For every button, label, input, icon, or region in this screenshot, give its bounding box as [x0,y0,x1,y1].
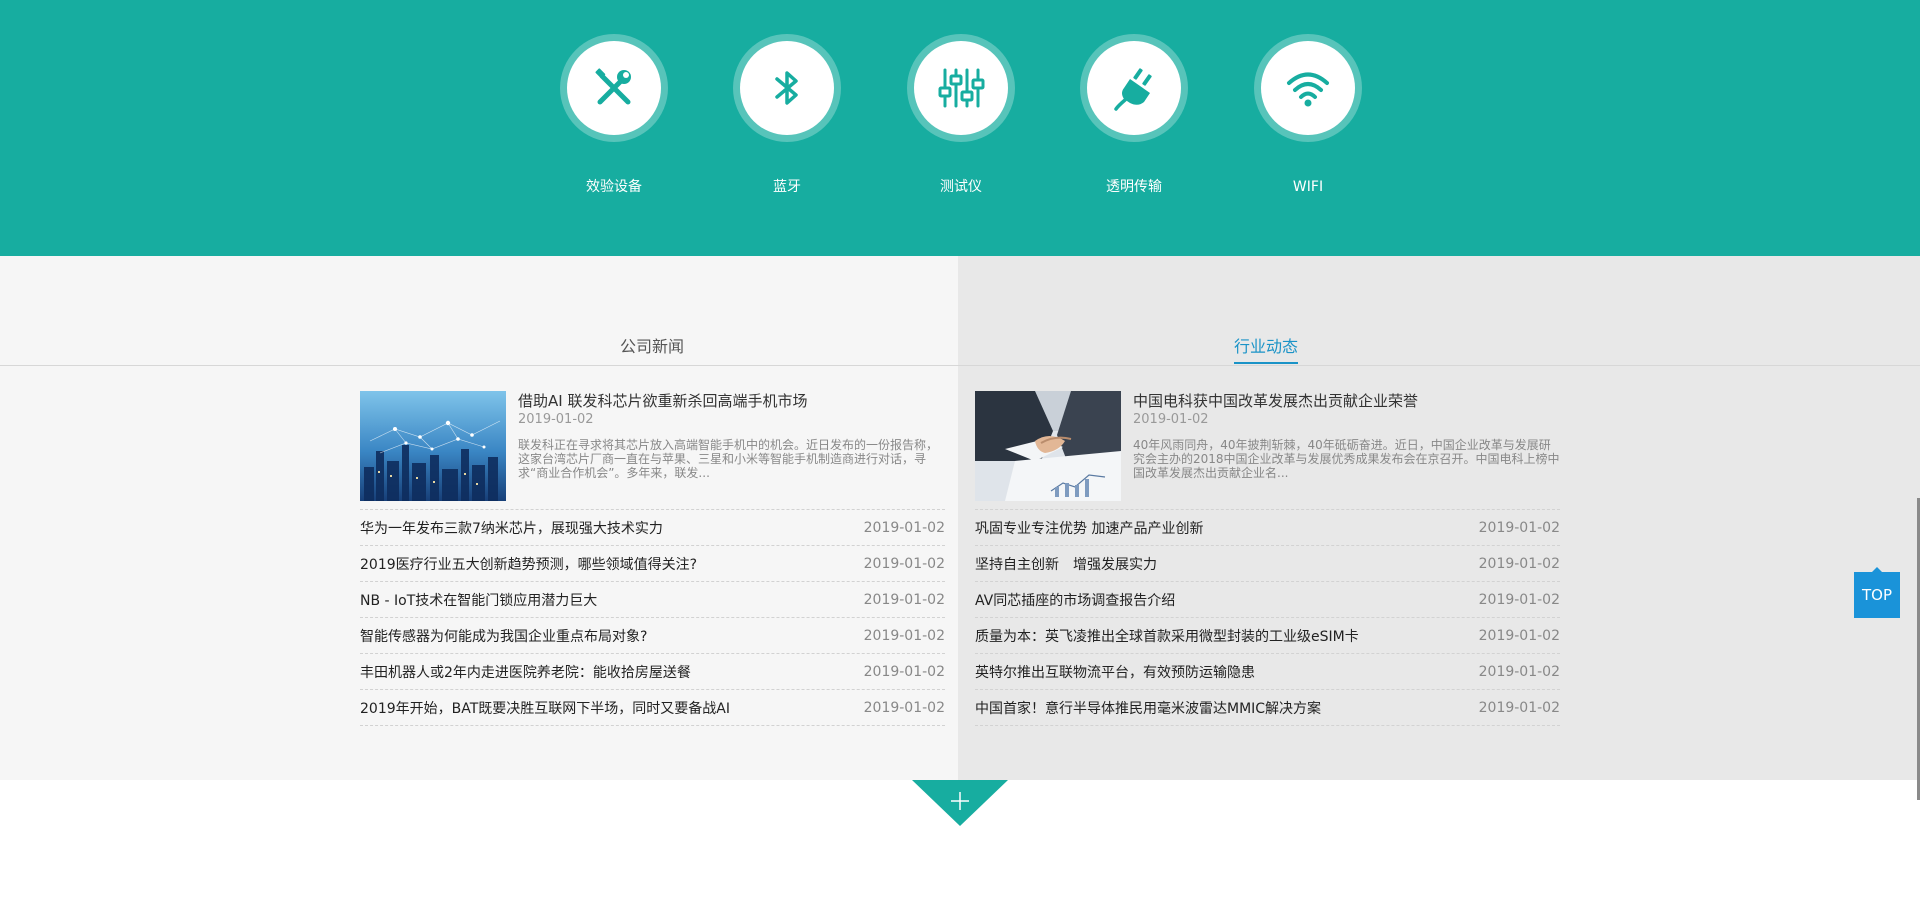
list-item-title: NB - IoT技术在智能门锁应用潜力巨大 [360,592,598,609]
list-item-date: 2019-01-02 [863,591,945,608]
list-item[interactable]: NB - IoT技术在智能门锁应用潜力巨大 2019-01-02 [360,582,945,618]
list-item-title: 华为一年发布三款7纳米芯片，展现强大技术实力 [360,520,663,537]
service-bluetooth[interactable]: 蓝牙 [733,34,841,196]
company-news-column: 借助AI 联发科芯片欲重新杀回高端手机市场 2019-01-02 联发科正在寻求… [360,391,945,726]
list-item-title: 智能传感器为何能成为我国企业重点布局对象? [360,628,648,645]
list-item-date: 2019-01-02 [863,555,945,572]
industry-news-column: 中国电科获中国改革发展杰出贡献企业荣誉 2019-01-02 40年风雨同舟，4… [975,391,1560,726]
list-item[interactable]: 华为一年发布三款7纳米芯片，展现强大技术实力 2019-01-02 [360,510,945,546]
list-item-title: 巩固专业专注优势 加速产品产业创新 [975,520,1204,537]
service-label: 蓝牙 [773,179,801,195]
list-item-date: 2019-01-02 [1478,555,1560,572]
list-item-date: 2019-01-02 [1478,519,1560,536]
service-label: 透明传输 [1106,179,1162,195]
featured-summary: 40年风雨同舟，40年披荆斩棘，40年砥砺奋进。近日，中国企业改革与发展研究会主… [1133,438,1560,480]
list-item[interactable]: 2019医疗行业五大创新趋势预测，哪些领域值得关注? 2019-01-02 [360,546,945,582]
city-network-image [360,391,506,501]
featured-article[interactable]: 中国电科获中国改革发展杰出贡献企业荣誉 2019-01-02 40年风雨同舟，4… [975,391,1560,510]
plug-icon [1114,68,1152,111]
list-item[interactable]: 中国首家！意行半导体推民用毫米波雷达MMIC解决方案 2019-01-02 [975,690,1560,726]
featured-article[interactable]: 借助AI 联发科芯片欲重新杀回高端手机市场 2019-01-02 联发科正在寻求… [360,391,945,510]
tab-industry-news[interactable]: 行业动态 [1234,336,1299,364]
list-item-date: 2019-01-02 [1478,663,1560,680]
service-calibration[interactable]: 效验设备 [560,34,668,196]
bluetooth-icon [775,71,798,105]
company-news-list: 华为一年发布三款7纳米芯片，展现强大技术实力 2019-01-02 2019医疗… [360,510,945,726]
sliders-icon [938,68,985,108]
tools-icon [595,68,631,105]
list-item-title: AV同芯插座的市场调查报告介绍 [975,592,1176,609]
service-wifi[interactable]: WIFI [1254,34,1362,196]
service-label: 效验设备 [586,179,642,195]
featured-title[interactable]: 借助AI 联发科芯片欲重新杀回高端手机市场 [518,392,945,410]
list-item-title: 质量为本：英飞凌推出全球首款采用微型封装的工业级eSIM卡 [975,628,1359,645]
list-item-date: 2019-01-02 [1478,591,1560,608]
list-item-title: 坚持自主创新 增强发展实力 [975,556,1157,573]
list-item[interactable]: 巩固专业专注优势 加速产品产业创新 2019-01-02 [975,510,1560,546]
list-item-title: 丰田机器人或2年内走进医院养老院：能收拾房屋送餐 [360,664,691,681]
featured-date: 2019-01-02 [518,412,594,427]
list-item-title: 2019年开始，BAT既要决胜互联网下半场，同时又要备战AI [360,700,730,717]
expand-more-button[interactable] [912,780,1008,826]
list-item-date: 2019-01-02 [1478,699,1560,716]
wifi-icon [1287,72,1329,107]
list-item-title: 中国首家！意行半导体推民用毫米波雷达MMIC解决方案 [975,700,1322,717]
service-tester[interactable]: 测试仪 [907,34,1015,196]
service-label: WIFI [1292,179,1324,195]
list-item[interactable]: 2019年开始，BAT既要决胜互联网下半场，同时又要备战AI 2019-01-0… [360,690,945,726]
featured-date: 2019-01-02 [1133,412,1209,427]
featured-summary: 联发科正在寻求将其芯片放入高端智能手机中的机会。近日发布的一份报告称，这家台湾芯… [518,438,939,480]
list-item[interactable]: 英特尔推出互联物流平台，有效预防运输隐患 2019-01-02 [975,654,1560,690]
list-item-date: 2019-01-02 [863,663,945,680]
list-item-date: 2019-01-02 [863,699,945,716]
services-banner: 效验设备 蓝牙 测试仪 透明传输 WIFI [0,0,1920,256]
industry-news-list: 巩固专业专注优势 加速产品产业创新 2019-01-02 坚持自主创新 增强发展… [975,510,1560,726]
page: 效验设备 蓝牙 测试仪 透明传输 WIFI 公司新闻 行业动态 借助AI 联发科… [0,0,1920,916]
back-to-top-button[interactable]: TOP [1854,567,1900,618]
service-transparent-transmission[interactable]: 透明传输 [1080,34,1188,196]
list-item-date: 2019-01-02 [863,627,945,644]
list-item-title: 2019医疗行业五大创新趋势预测，哪些领域值得关注? [360,556,698,573]
service-label: 测试仪 [940,179,982,195]
list-item[interactable]: AV同芯插座的市场调查报告介绍 2019-01-02 [975,582,1560,618]
handshake-image [975,391,1121,501]
list-item-date: 2019-01-02 [1478,627,1560,644]
list-item[interactable]: 坚持自主创新 增强发展实力 2019-01-02 [975,546,1560,582]
list-item[interactable]: 智能传感器为何能成为我国企业重点布局对象? 2019-01-02 [360,618,945,654]
tab-company-news[interactable]: 公司新闻 [620,336,684,358]
list-item-date: 2019-01-02 [863,519,945,536]
list-item[interactable]: 丰田机器人或2年内走进医院养老院：能收拾房屋送餐 2019-01-02 [360,654,945,690]
tab-divider [0,365,1920,366]
featured-title[interactable]: 中国电科获中国改革发展杰出贡献企业荣誉 [1133,392,1560,410]
list-item-title: 英特尔推出互联物流平台，有效预防运输隐患 [975,664,1255,681]
list-item[interactable]: 质量为本：英飞凌推出全球首款采用微型封装的工业级eSIM卡 2019-01-02 [975,618,1560,654]
